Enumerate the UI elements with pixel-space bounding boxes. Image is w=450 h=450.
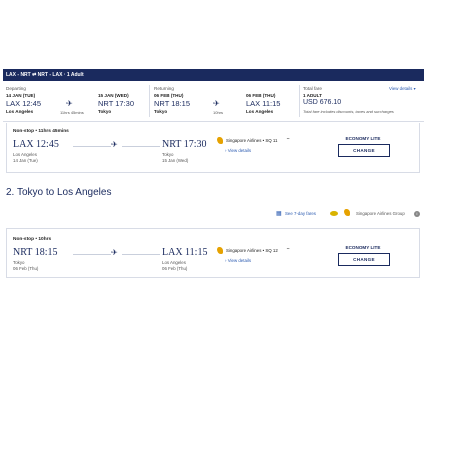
section-title: 2. Tokyo to Los Angeles: [6, 187, 112, 198]
return-flight-card[interactable]: Non-stop • 10hrs NRT 18:15 Tokyo 06 Feb …: [6, 228, 420, 278]
view-details-link[interactable]: View details ▾: [389, 86, 416, 91]
flight-departure-time: NRT 18:15: [13, 247, 58, 258]
singapore-airlines-logo: [344, 209, 350, 216]
change-button[interactable]: CHANGE: [338, 253, 390, 266]
fare-note: Total fare includes discounts, taxes and…: [303, 109, 394, 114]
airline-group-label: Singapore Airlines Group: [356, 211, 405, 216]
outbound-duration: 11hrs 45mins: [60, 110, 84, 115]
calendar-icon: ▦: [276, 211, 282, 217]
route-bar: LAX - NRT ⇄ NRT - LAX · 1 Adult: [3, 69, 424, 81]
return-arrival-city: Los Angeles: [246, 109, 274, 114]
flight-arrival-city: Tokyo: [162, 152, 174, 157]
departing-label: Departing: [6, 86, 26, 91]
divider: [149, 85, 150, 117]
singapore-airlines-logo: [217, 137, 223, 144]
divider: [299, 85, 300, 117]
flight-stops: Non-stop • 11hrs 45mins: [13, 129, 69, 134]
change-button[interactable]: CHANGE: [338, 144, 390, 157]
flight-departure-date: 14 Jan (Tue): [13, 158, 38, 163]
total-fare: USD 676.10: [303, 99, 342, 106]
wifi-icon: ⌔: [286, 247, 291, 252]
plane-icon: ✈: [111, 140, 118, 149]
return-arrival-time: LAX 11:15: [246, 99, 281, 108]
return-departure-city: Tokyo: [154, 109, 168, 114]
fare-label: Total fare: [303, 86, 322, 91]
view-details-link[interactable]: › View details: [225, 258, 251, 263]
plane-icon: ✈: [66, 99, 73, 108]
airline-flight-number: Singapore Airlines • SQ 11: [226, 138, 278, 143]
returning-date: 06 FEB (THU): [154, 93, 184, 98]
return-arrival-date: 06 FEB (THU): [246, 93, 276, 98]
view-details-label: View details: [227, 148, 252, 153]
return-duration: 10hrs: [213, 110, 224, 115]
view-details-label: View details: [227, 258, 252, 263]
arrival-date: 15 JAN (WED): [98, 93, 129, 98]
flight-arrival-time: NRT 17:30: [162, 139, 207, 150]
wifi-icon: ⌔: [286, 137, 291, 142]
outbound-flight-card[interactable]: Non-stop • 11hrs 45mins LAX 12:45 Los An…: [6, 123, 420, 173]
see-7-day-fares-link[interactable]: See 7-day fares: [285, 211, 316, 216]
flight-arrival-city: Los Angeles: [162, 260, 186, 265]
plane-icon: ✈: [213, 99, 220, 108]
flight-arrival-time: LAX 11:15: [162, 247, 208, 258]
trip-summary: Departing 14 JAN (TUE) LAX 12:45 Los Ang…: [3, 81, 424, 122]
chevron-down-icon: ▾: [413, 86, 416, 91]
departing-date: 14 JAN (TUE): [6, 93, 36, 98]
chevron-right-icon: ›: [225, 148, 227, 153]
return-departure-time: NRT 18:15: [154, 99, 190, 108]
departure-time: LAX 12:45: [6, 99, 42, 108]
arrival-time: NRT 17:30: [98, 99, 134, 108]
cabin-class: ECONOMY LITE: [345, 245, 381, 250]
flight-departure-time: LAX 12:45: [13, 139, 59, 150]
flight-departure-city: Los Angeles: [13, 152, 37, 157]
departure-city: Los Angeles: [6, 109, 34, 114]
star-alliance-icon: [330, 211, 338, 216]
view-details-label: View details: [389, 86, 413, 91]
route-line: [122, 146, 160, 147]
info-icon[interactable]: i: [414, 211, 420, 217]
arrival-city: Tokyo: [98, 109, 112, 114]
chevron-right-icon: ›: [225, 258, 227, 263]
plane-icon: ✈: [111, 248, 118, 257]
flight-stops: Non-stop • 10hrs: [13, 237, 52, 242]
route-line: [73, 146, 111, 147]
flight-departure-date: 06 Feb (Thu): [13, 266, 39, 271]
route-summary: LAX - NRT ⇄ NRT - LAX · 1 Adult: [6, 72, 84, 78]
view-details-link[interactable]: › View details: [225, 148, 251, 153]
flight-departure-city: Tokyo: [13, 260, 25, 265]
passenger-count: 1 ADULT: [303, 93, 322, 98]
singapore-airlines-logo: [217, 247, 223, 254]
flight-arrival-date: 15 Jan (Wed): [162, 158, 189, 163]
airline-flight-number: Singapore Airlines • SQ 12: [226, 248, 278, 253]
flight-arrival-date: 06 Feb (Thu): [162, 266, 188, 271]
route-line: [122, 254, 160, 255]
route-line: [73, 254, 111, 255]
returning-label: Returning: [154, 86, 174, 91]
cabin-class: ECONOMY LITE: [345, 136, 381, 141]
